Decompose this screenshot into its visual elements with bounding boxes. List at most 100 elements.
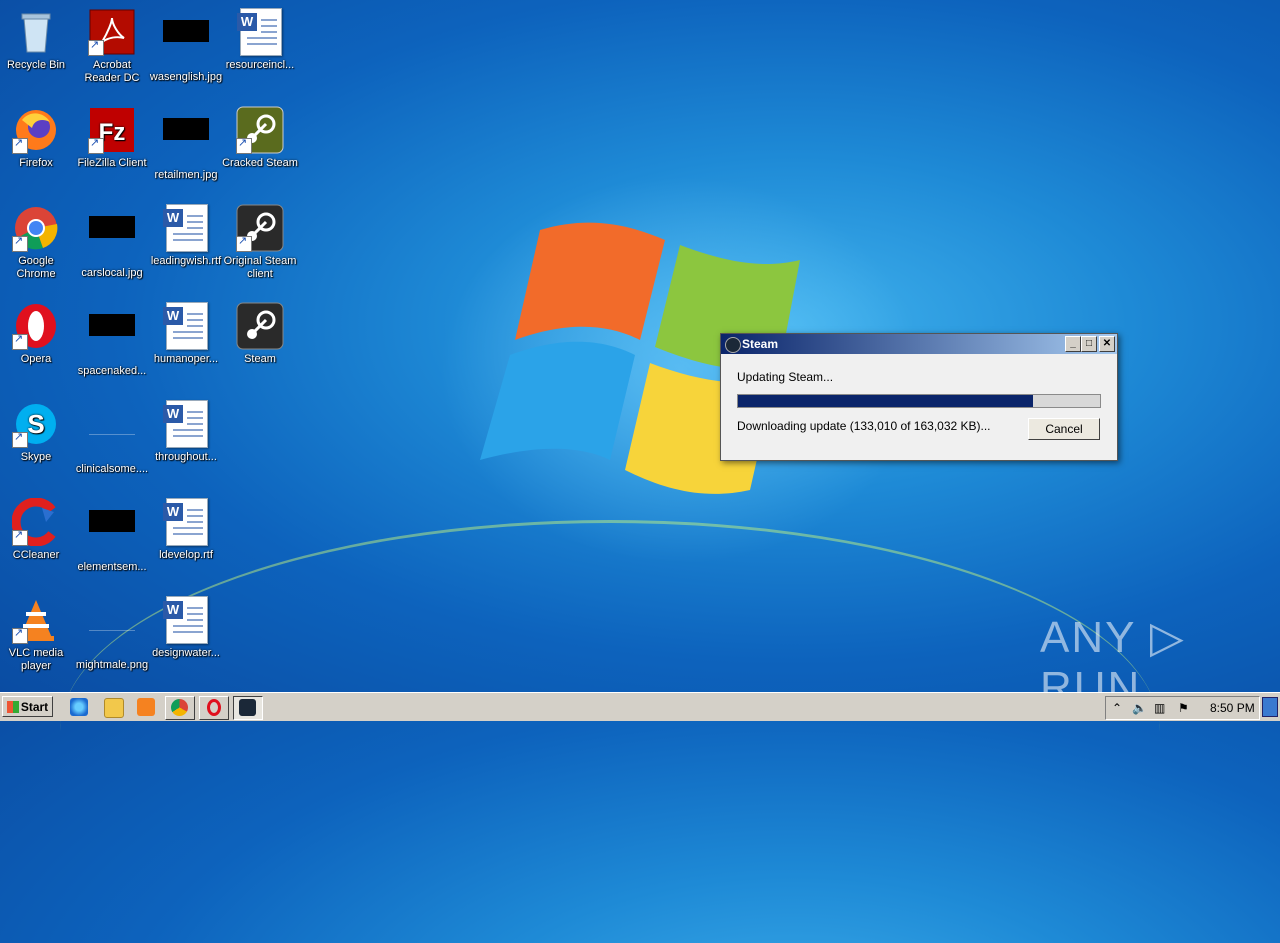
minimize-button[interactable]: _ (1065, 336, 1081, 352)
desktop-icon-leadingwish[interactable]: W leadingwish.rtf (148, 204, 224, 268)
icon-label: Google Chrome (16, 255, 56, 280)
desktop-icon-opera[interactable]: Opera (0, 302, 74, 366)
progress-fill (738, 395, 1034, 407)
icon-label: Opera (20, 353, 52, 365)
shortcut-arrow-icon (12, 529, 28, 546)
desktop-icon-recycle-bin[interactable]: Recycle Bin (0, 8, 74, 72)
steam-icon (236, 106, 284, 154)
taskbar-chrome[interactable] (165, 696, 195, 720)
icon-label: Original Steam client (223, 255, 297, 280)
image-file-icon (88, 608, 136, 656)
desktop-icon-chrome[interactable]: Google Chrome (0, 204, 74, 281)
volume-icon[interactable]: 🔈 (1132, 701, 1147, 715)
system-tray: ⌃ 🔈 ▥ ⚑ 8:50 PM (1105, 696, 1260, 720)
desktop-icon-filezilla[interactable]: Fz FileZilla Client (74, 106, 150, 170)
download-progress-bar (737, 394, 1101, 408)
desktop-icon-firefox[interactable]: Firefox (0, 106, 74, 170)
icon-label: CCleaner (12, 549, 60, 561)
shortcut-arrow-icon (12, 627, 28, 644)
desktop-icon-elementsem[interactable]: elementsem... (74, 498, 150, 574)
shortcut-arrow-icon (88, 137, 104, 154)
firefox-icon (12, 106, 60, 154)
word-doc-icon: W (162, 400, 210, 448)
desktop-icon-acrobat[interactable]: Acrobat Reader DC (74, 8, 150, 85)
cancel-button[interactable]: Cancel (1028, 418, 1100, 440)
icon-label: mightmale.png (75, 659, 149, 671)
steam-icon (236, 204, 284, 252)
filezilla-icon: Fz (88, 106, 136, 154)
word-doc-icon: W (236, 8, 284, 56)
desktop-icon-resourceincl[interactable]: W resourceincl... (222, 8, 298, 72)
maximize-button[interactable]: □ (1081, 336, 1097, 352)
show-hidden-icons-icon[interactable]: ⌃ (1112, 701, 1122, 715)
network-icon[interactable]: ▥ (1154, 701, 1165, 715)
taskbar-opera[interactable] (199, 696, 229, 720)
icon-label: carslocal.jpg (81, 267, 143, 279)
desktop-icon-skype[interactable]: S Skype (0, 400, 74, 464)
icon-label: Steam (244, 353, 276, 365)
steam-icon (236, 302, 284, 350)
icon-label: VLC media player (8, 647, 64, 672)
image-file-icon (162, 20, 210, 68)
taskbar-steam-active[interactable] (233, 696, 263, 720)
recycle-bin-icon (12, 8, 60, 56)
word-doc-icon: W (162, 596, 210, 644)
explorer-icon[interactable] (104, 698, 124, 718)
opera-icon (12, 302, 60, 350)
media-player-icon[interactable] (137, 698, 155, 716)
desktop-icon-vlc[interactable]: VLC media player (0, 596, 74, 673)
download-detail-text: Downloading update (133,010 of 163,032 K… (737, 419, 991, 433)
image-file-icon (88, 314, 136, 362)
shortcut-arrow-icon (236, 137, 252, 154)
icon-label: Firefox (19, 157, 53, 169)
dialog-titlebar[interactable]: Steam _ □ ✕ (721, 334, 1117, 354)
word-doc-icon: W (162, 204, 210, 252)
clock[interactable]: 8:50 PM (1210, 701, 1255, 715)
image-file-icon (88, 216, 136, 264)
shortcut-arrow-icon (12, 137, 28, 154)
desktop-icon-mightmale[interactable]: mightmale.png (74, 596, 150, 672)
icon-label: Skype (20, 451, 52, 463)
icon-label: spacenaked... (77, 365, 147, 377)
shortcut-arrow-icon (12, 333, 28, 350)
ccleaner-icon (11, 497, 60, 547)
icon-label: Cracked Steam (222, 157, 298, 169)
show-desktop-button[interactable] (1262, 697, 1278, 717)
update-status-text: Updating Steam... (737, 370, 834, 384)
icon-label: Recycle Bin (6, 59, 66, 71)
desktop-icon-cracked-steam[interactable]: Cracked Steam (222, 106, 298, 170)
desktop-icon-original-steam[interactable]: Original Steam client (222, 204, 298, 281)
desktop-icon-designwater[interactable]: W designwater... (148, 596, 224, 660)
desktop-icon-steam[interactable]: Steam (222, 302, 298, 366)
desktop-icon-ccleaner[interactable]: CCleaner (0, 497, 74, 562)
icon-label: humanoper... (153, 353, 219, 365)
desktop-icon-ldevelop[interactable]: W ldevelop.rtf (148, 498, 224, 562)
action-center-flag-icon[interactable]: ⚑ (1178, 701, 1189, 715)
chrome-icon (12, 204, 60, 252)
icon-label: elementsem... (77, 561, 147, 573)
start-label: Start (20, 699, 49, 714)
shortcut-arrow-icon (12, 235, 28, 252)
chrome-icon (171, 699, 188, 716)
icon-label: retailmen.jpg (154, 169, 218, 181)
steam-icon (725, 337, 741, 353)
ie-icon[interactable] (70, 698, 88, 716)
wallpaper-arc (60, 520, 1160, 943)
steam-update-dialog: Steam _ □ ✕ Updating Steam... Downloadin… (720, 333, 1118, 461)
desktop-icon-clinicalsome[interactable]: clinicalsome.... (74, 400, 150, 476)
icon-label: wasenglish.jpg (149, 71, 223, 83)
desktop-icon-throughout[interactable]: W throughout... (148, 400, 224, 464)
shortcut-arrow-icon (236, 235, 252, 252)
close-button[interactable]: ✕ (1099, 336, 1115, 352)
desktop-icon-wasenglish[interactable]: wasenglish.jpg (148, 8, 224, 84)
acrobat-icon (88, 8, 136, 56)
desktop-icon-carslocal[interactable]: carslocal.jpg (74, 204, 150, 280)
image-file-icon (162, 118, 210, 166)
start-button[interactable]: Start (2, 696, 53, 717)
desktop-icon-humanoper[interactable]: W humanoper... (148, 302, 224, 366)
image-file-icon (88, 412, 136, 460)
steam-icon (239, 699, 256, 716)
desktop-icon-spacenaked[interactable]: spacenaked... (74, 302, 150, 378)
desktop-icon-retailmen[interactable]: retailmen.jpg (148, 106, 224, 182)
shortcut-arrow-icon (12, 431, 28, 448)
